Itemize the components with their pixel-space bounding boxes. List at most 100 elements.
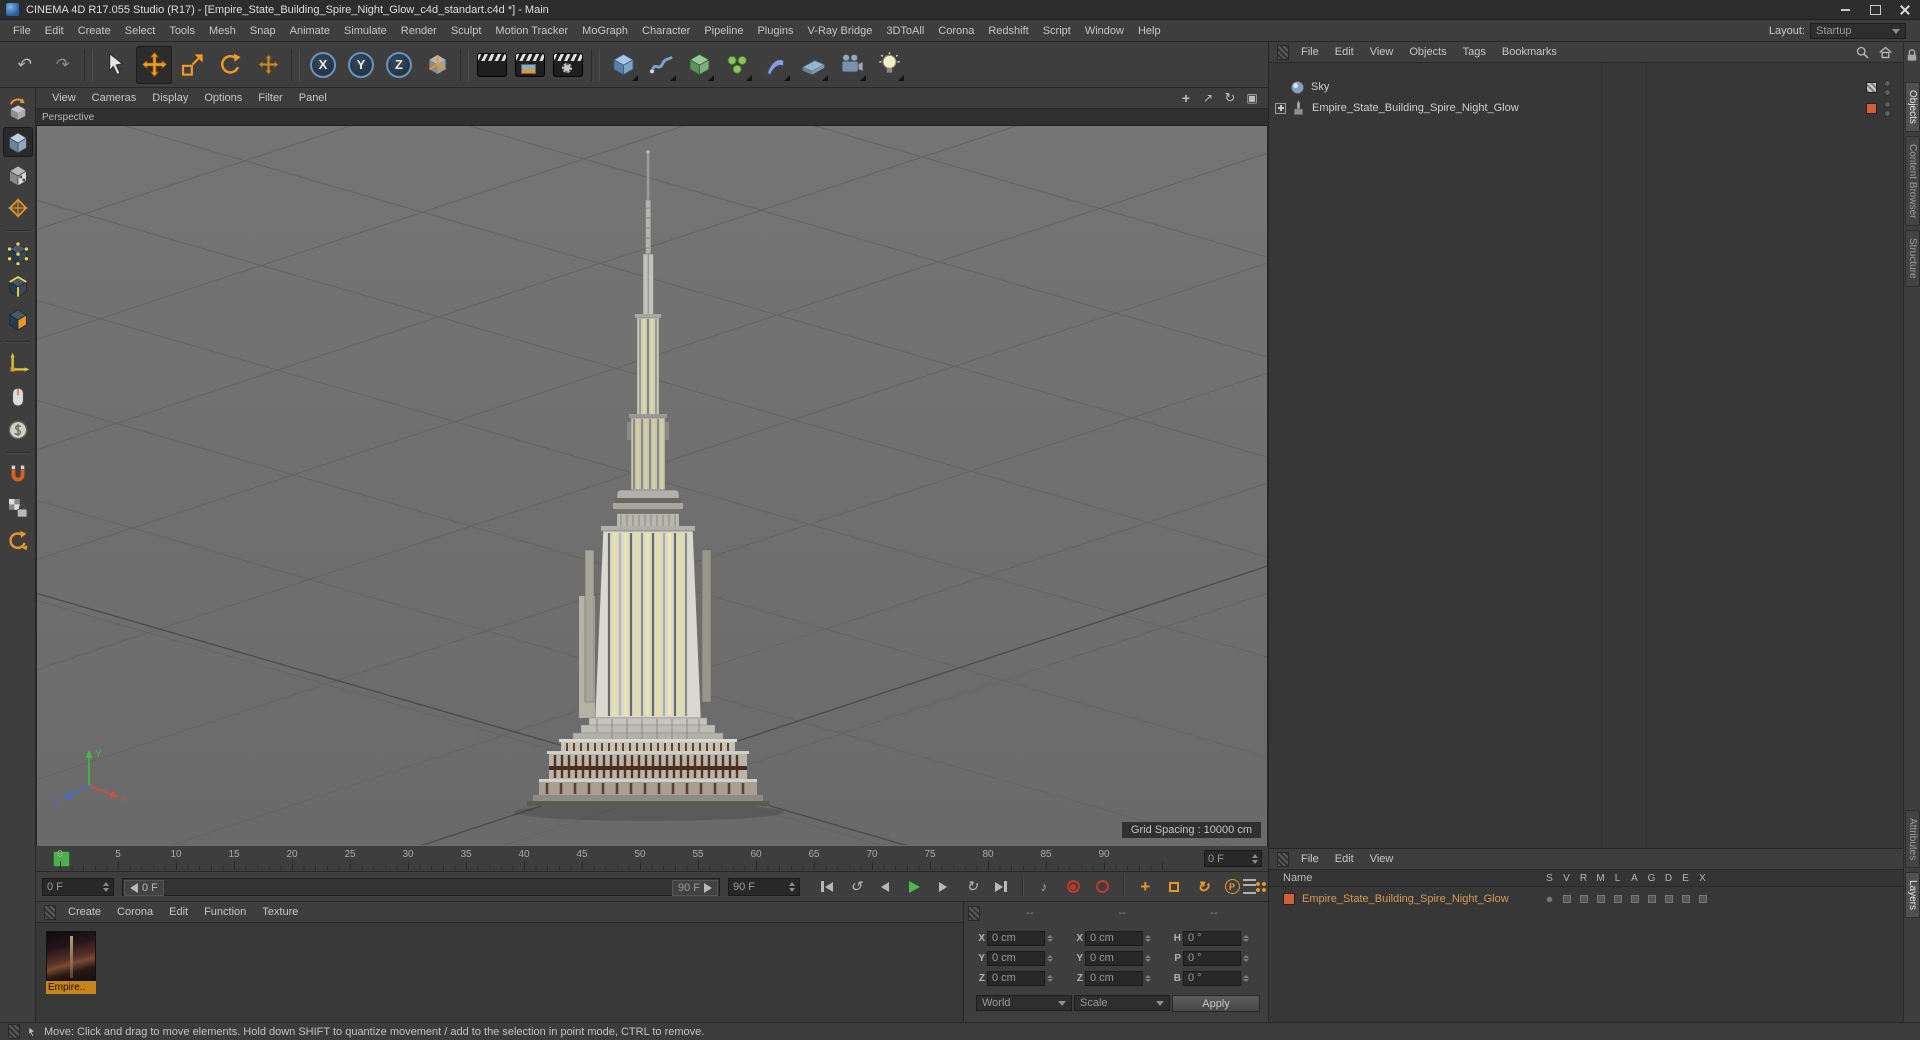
layer-animation-toggle[interactable] bbox=[1626, 895, 1643, 903]
end-frame-field[interactable]: 90 F bbox=[728, 878, 800, 896]
material-item[interactable]: Empire.. bbox=[46, 931, 96, 996]
panel-grip[interactable] bbox=[8, 1024, 20, 1039]
render-picture-viewer-button[interactable] bbox=[512, 46, 548, 84]
menu-edit[interactable]: Edit bbox=[38, 22, 71, 40]
menu-mograph[interactable]: MoGraph bbox=[575, 22, 635, 40]
next-frame-button[interactable] bbox=[930, 876, 956, 897]
material-menu-corona[interactable]: Corona bbox=[109, 904, 161, 920]
layer-row[interactable]: Empire_State_Building_Spire_Night_Glow bbox=[1269, 889, 1903, 909]
rotation-h-field[interactable]: 0 ° bbox=[1183, 930, 1241, 946]
position-x-field[interactable]: 0 cm bbox=[987, 930, 1045, 946]
stepper-icon[interactable] bbox=[1145, 954, 1151, 962]
viewport-menu-options[interactable]: Options bbox=[196, 90, 250, 106]
lm-menu-view[interactable]: View bbox=[1362, 851, 1402, 867]
layout-select[interactable]: Startup bbox=[1810, 22, 1906, 39]
scale-tool-button[interactable] bbox=[174, 46, 210, 84]
side-tab-objects[interactable]: Objects bbox=[1905, 82, 1920, 132]
menu-sculpt[interactable]: Sculpt bbox=[444, 22, 489, 40]
viewport-menu-panel[interactable]: Panel bbox=[291, 90, 335, 106]
keyframe-position-toggle[interactable] bbox=[1132, 876, 1158, 897]
go-to-start-button[interactable] bbox=[814, 876, 840, 897]
stepper-icon[interactable] bbox=[1047, 974, 1053, 982]
menu-3dtoall[interactable]: 3DToAll bbox=[879, 22, 931, 40]
visibility-dots-icon[interactable] bbox=[1884, 101, 1891, 117]
menu-motion-tracker[interactable]: Motion Tracker bbox=[488, 22, 575, 40]
stepper-icon[interactable] bbox=[1145, 974, 1151, 982]
render-settings-button[interactable] bbox=[550, 46, 586, 84]
tweak-mode-button[interactable] bbox=[3, 382, 33, 412]
menu-select[interactable]: Select bbox=[118, 22, 163, 40]
side-tab-layers[interactable]: Layers bbox=[1905, 872, 1920, 919]
add-cube-button[interactable] bbox=[605, 46, 641, 84]
layer-expressions-toggle[interactable] bbox=[1677, 895, 1694, 903]
side-tab-attributes[interactable]: Attributes bbox=[1905, 810, 1920, 869]
position-z-field[interactable]: 0 cm bbox=[987, 970, 1045, 986]
menu-create[interactable]: Create bbox=[71, 22, 118, 40]
texture-mode-button[interactable] bbox=[3, 160, 33, 190]
last-tool-button[interactable] bbox=[250, 46, 286, 84]
menu-mesh[interactable]: Mesh bbox=[202, 22, 243, 40]
previous-key-button[interactable] bbox=[843, 876, 869, 897]
lock-x-axis-button[interactable]: X bbox=[305, 46, 341, 84]
lm-menu-edit[interactable]: Edit bbox=[1327, 851, 1362, 867]
side-tab-structure[interactable]: Structure bbox=[1905, 230, 1920, 287]
add-floor-button[interactable] bbox=[795, 46, 831, 84]
live-selection-button[interactable] bbox=[98, 46, 134, 84]
om-menu-bookmarks[interactable]: Bookmarks bbox=[1494, 44, 1565, 60]
menu-corona[interactable]: Corona bbox=[931, 22, 981, 40]
layer-lock-toggle[interactable] bbox=[1609, 895, 1626, 903]
maximize-button[interactable] bbox=[1860, 0, 1890, 19]
stepper-icon[interactable] bbox=[1243, 954, 1249, 962]
menu-animate[interactable]: Animate bbox=[283, 22, 337, 40]
layer-chip[interactable] bbox=[1866, 102, 1877, 114]
preview-range-slider[interactable]: 0 F 90 F bbox=[122, 878, 720, 896]
zoom-view-icon[interactable] bbox=[1200, 91, 1216, 105]
enable-axis-button[interactable] bbox=[3, 349, 33, 379]
range-start-thumb[interactable]: 0 F bbox=[124, 880, 164, 896]
viewport-menu-view[interactable]: View bbox=[44, 90, 84, 106]
next-key-button[interactable] bbox=[959, 876, 985, 897]
size-mode-select[interactable]: Scale bbox=[1074, 995, 1170, 1011]
menu-redshift[interactable]: Redshift bbox=[981, 22, 1035, 40]
pan-view-icon[interactable] bbox=[1178, 91, 1194, 105]
menu-tools[interactable]: Tools bbox=[162, 22, 202, 40]
move-tool-button[interactable] bbox=[136, 45, 172, 84]
stepper-icon[interactable] bbox=[1047, 934, 1053, 942]
current-frame-field[interactable]: 0 F bbox=[42, 878, 114, 896]
enable-snap-button[interactable] bbox=[3, 460, 33, 490]
coordinate-system-button[interactable] bbox=[419, 46, 455, 84]
stepper-icon[interactable] bbox=[1243, 974, 1249, 982]
edges-mode-button[interactable] bbox=[3, 271, 33, 301]
side-tab-content-browser[interactable]: Content Browser bbox=[1905, 135, 1920, 227]
go-to-end-button[interactable] bbox=[988, 876, 1014, 897]
record-keyframe-button[interactable] bbox=[1060, 876, 1086, 897]
add-array-button[interactable] bbox=[719, 46, 755, 84]
spinner-arrows-icon[interactable] bbox=[1252, 853, 1258, 864]
viewport-menu-cameras[interactable]: Cameras bbox=[84, 90, 145, 106]
om-menu-view[interactable]: View bbox=[1362, 44, 1402, 60]
layer-deformers-toggle[interactable] bbox=[1660, 895, 1677, 903]
panel-grip[interactable] bbox=[968, 905, 980, 921]
size-y-field[interactable]: 0 cm bbox=[1085, 950, 1143, 966]
stepper-icon[interactable] bbox=[1243, 934, 1249, 942]
workplane-mode-button[interactable] bbox=[3, 193, 33, 223]
minimize-button[interactable] bbox=[1830, 0, 1860, 19]
stepper-icon[interactable] bbox=[1145, 934, 1151, 942]
layer-generators-toggle[interactable] bbox=[1643, 895, 1660, 903]
panel-grip[interactable] bbox=[1277, 851, 1289, 867]
timeline-ruler[interactable]: 0 5 10 15 20 25 30 35 40 45 50 55 60 65 70 75 80 85 90 0 F bbox=[36, 846, 1268, 872]
keyframe-rotation-toggle[interactable] bbox=[1190, 876, 1216, 897]
lock-workplane-button[interactable] bbox=[3, 493, 33, 523]
play-sound-button[interactable] bbox=[1031, 876, 1057, 897]
visibility-dots-icon[interactable] bbox=[1884, 80, 1891, 96]
layer-color-chip[interactable] bbox=[1283, 893, 1295, 905]
layer-chip[interactable] bbox=[1866, 81, 1877, 93]
menu-help[interactable]: Help bbox=[1131, 22, 1168, 40]
om-menu-file[interactable]: File bbox=[1293, 44, 1327, 60]
rotation-b-field[interactable]: 0 ° bbox=[1183, 970, 1241, 986]
add-deformer-button[interactable] bbox=[757, 46, 793, 84]
size-x-field[interactable]: 0 cm bbox=[1085, 930, 1143, 946]
viewport-menu-filter[interactable]: Filter bbox=[250, 90, 290, 106]
lock-z-axis-button[interactable]: Z bbox=[381, 46, 417, 84]
om-menu-tags[interactable]: Tags bbox=[1455, 44, 1494, 60]
